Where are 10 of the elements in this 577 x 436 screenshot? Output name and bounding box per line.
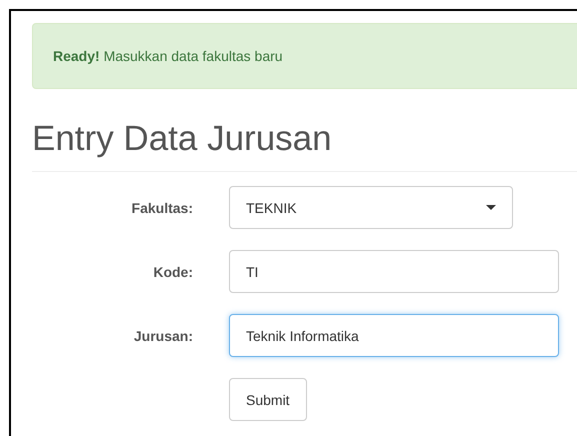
- field-label: Kode:: [152, 264, 194, 280]
- alert-message: Ready! Masukkan data fakultas baru: [53, 48, 283, 64]
- submit-button[interactable]: Submit: [229, 378, 307, 421]
- select-field[interactable]: TEKNIK: [229, 186, 513, 229]
- input-field[interactable]: Teknik Informatika: [229, 314, 559, 357]
- field-label: Fakultas:: [130, 200, 194, 216]
- caret-icon: [486, 205, 496, 210]
- field-label: Jurusan:: [132, 328, 194, 344]
- input-field[interactable]: TI: [229, 250, 559, 293]
- page-title: Entry Data Jurusan: [32, 118, 333, 160]
